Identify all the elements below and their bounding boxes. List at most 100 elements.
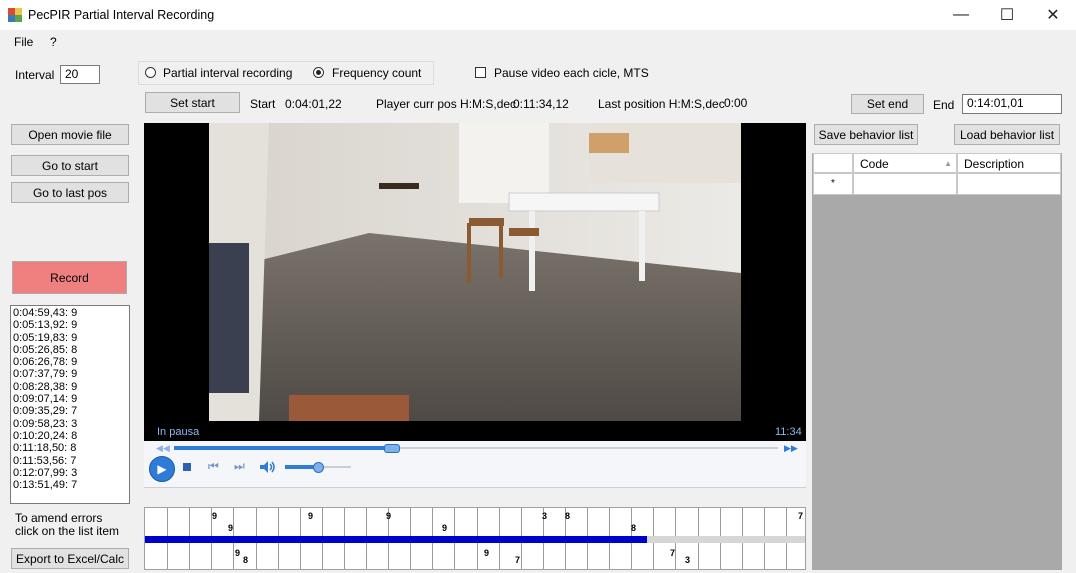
interval-timeline[interactable]: 999993887989773 xyxy=(144,507,806,570)
list-item[interactable]: 0:05:26,85: 8 xyxy=(11,344,129,356)
list-item[interactable]: 0:09:07,14: 9 xyxy=(11,393,129,405)
timeline-mark[interactable]: 9 xyxy=(308,511,313,521)
timeline-mark[interactable]: 8 xyxy=(243,555,248,565)
recorded-entries-list[interactable]: 0:04:59,43: 9 0:05:13,92: 9 0:05:19,83: 90… xyxy=(10,305,130,504)
timeline-mark[interactable]: 9 xyxy=(235,548,240,558)
list-item[interactable]: 0:09:35,29: 7 xyxy=(11,405,129,417)
column-code-label: Code xyxy=(860,157,889,171)
timeline-tick xyxy=(454,508,455,536)
set-end-button[interactable]: Set end xyxy=(851,94,924,114)
export-button[interactable]: Export to Excel/Calc xyxy=(11,548,129,569)
previous-icon[interactable]: ⏮ xyxy=(208,459,219,474)
column-code-header[interactable]: Code ▲ xyxy=(853,153,957,173)
new-row-code-cell[interactable] xyxy=(853,173,957,195)
timeline-tick xyxy=(256,543,257,569)
seek-thumb[interactable] xyxy=(384,444,401,453)
open-movie-button[interactable]: Open movie file xyxy=(11,124,129,145)
seek-back-icon[interactable]: ◀◀ xyxy=(156,443,170,454)
timeline-tick xyxy=(432,543,433,569)
menu-help[interactable]: ? xyxy=(50,35,57,49)
timeline-tick xyxy=(609,508,610,536)
player-pos-value: 0:11:34,12 xyxy=(513,97,569,111)
timeline-mark[interactable]: 7 xyxy=(798,511,803,521)
timeline-tick xyxy=(322,543,323,569)
timeline-tick xyxy=(653,508,654,536)
partial-radio-label[interactable]: Partial interval recording xyxy=(163,66,292,80)
timeline-mark[interactable]: 9 xyxy=(442,523,447,533)
frequency-radio-label[interactable]: Frequency count xyxy=(332,66,421,80)
list-item[interactable]: 0:10:20,24: 8 xyxy=(11,430,129,442)
timeline-tick xyxy=(587,543,588,569)
maximize-button[interactable]: ☐ xyxy=(984,0,1030,30)
timeline-tick xyxy=(543,543,544,569)
video-player[interactable]: In pausa 11:34 xyxy=(144,123,806,441)
timeline-tick xyxy=(565,543,566,569)
timeline-tick xyxy=(211,543,212,569)
play-icon[interactable]: ▶ xyxy=(149,456,175,482)
behavior-grid[interactable]: Code ▲ Description * xyxy=(812,153,1062,570)
list-item[interactable]: 0:05:13,92: 9 xyxy=(11,319,129,331)
column-description-header[interactable]: Description xyxy=(957,153,1061,173)
list-item[interactable]: 0:04:59,43: 9 xyxy=(11,307,129,319)
list-item[interactable]: 0:06:26,78: 9 xyxy=(11,356,129,368)
stop-icon[interactable] xyxy=(183,463,191,471)
timeline-mark[interactable]: 9 xyxy=(212,511,217,521)
timeline-mark[interactable]: 8 xyxy=(565,511,570,521)
timeline-mark[interactable]: 3 xyxy=(542,511,547,521)
amend-note-line1: To amend errors xyxy=(15,511,103,525)
volume-icon[interactable] xyxy=(260,461,276,473)
partial-radio[interactable] xyxy=(145,67,156,78)
go-to-start-button[interactable]: Go to start xyxy=(11,155,129,176)
list-item[interactable]: 0:08:28,38: 9 xyxy=(11,381,129,393)
start-label: Start xyxy=(250,97,276,111)
minimize-button[interactable]: — xyxy=(938,0,984,30)
list-item[interactable]: 0:09:58,23: 3 xyxy=(11,418,129,430)
list-item[interactable]: 0:05:19,83: 9 xyxy=(11,332,129,344)
timeline-tick xyxy=(344,543,345,569)
list-item[interactable]: 0:11:18,50: 8 xyxy=(11,442,129,454)
seek-forward-icon[interactable]: ▶▶ xyxy=(784,443,798,454)
timeline-tick xyxy=(189,508,190,536)
timeline-tick xyxy=(344,508,345,536)
timeline-tick xyxy=(366,508,367,536)
timeline-mark[interactable]: 9 xyxy=(484,548,489,558)
load-behavior-button[interactable]: Load behavior list xyxy=(954,124,1060,145)
menu-file[interactable]: File xyxy=(14,35,33,49)
timeline-tick xyxy=(278,543,279,569)
menu-bar xyxy=(0,30,1076,52)
next-icon[interactable]: ⏭ xyxy=(234,459,245,474)
timeline-mark[interactable]: 9 xyxy=(386,511,391,521)
frequency-radio[interactable] xyxy=(313,67,324,78)
timeline-tick xyxy=(786,543,787,569)
volume-thumb[interactable] xyxy=(313,462,324,473)
end-input[interactable]: 0:14:01,01 xyxy=(962,94,1062,114)
timeline-tick xyxy=(609,543,610,569)
timeline-mark[interactable]: 3 xyxy=(685,555,690,565)
timeline-tick xyxy=(167,543,168,569)
app-icon xyxy=(8,8,22,22)
list-item[interactable]: 0:13:51,49: 7 xyxy=(11,479,129,491)
timeline-tick xyxy=(454,543,455,569)
go-to-last-pos-button[interactable]: Go to last pos xyxy=(11,182,129,203)
set-start-button[interactable]: Set start xyxy=(145,92,240,113)
timeline-mark[interactable]: 7 xyxy=(670,548,675,558)
pause-video-label[interactable]: Pause video each cicle, MTS xyxy=(494,66,649,80)
close-button[interactable]: ✕ xyxy=(1030,0,1076,30)
interval-input[interactable]: 20 xyxy=(60,65,100,84)
seek-fill xyxy=(174,446,392,450)
timeline-mark[interactable]: 8 xyxy=(631,523,636,533)
video-frame xyxy=(209,123,741,421)
timeline-tick xyxy=(521,508,522,536)
timeline-mark[interactable]: 7 xyxy=(515,555,520,565)
timeline-tick xyxy=(631,543,632,569)
list-item[interactable]: 0:07:37,79: 9 xyxy=(11,368,129,380)
pause-video-checkbox[interactable] xyxy=(475,67,486,78)
timeline-tick xyxy=(300,508,301,536)
record-button[interactable]: Record xyxy=(12,261,127,294)
new-row-description-cell[interactable] xyxy=(957,173,1061,195)
timeline-tick xyxy=(720,508,721,536)
list-item[interactable]: 0:12:07,99: 3 xyxy=(11,467,129,479)
timeline-mark[interactable]: 9 xyxy=(228,523,233,533)
list-item[interactable]: 0:11:53,56: 7 xyxy=(11,455,129,467)
save-behavior-button[interactable]: Save behavior list xyxy=(814,124,918,145)
